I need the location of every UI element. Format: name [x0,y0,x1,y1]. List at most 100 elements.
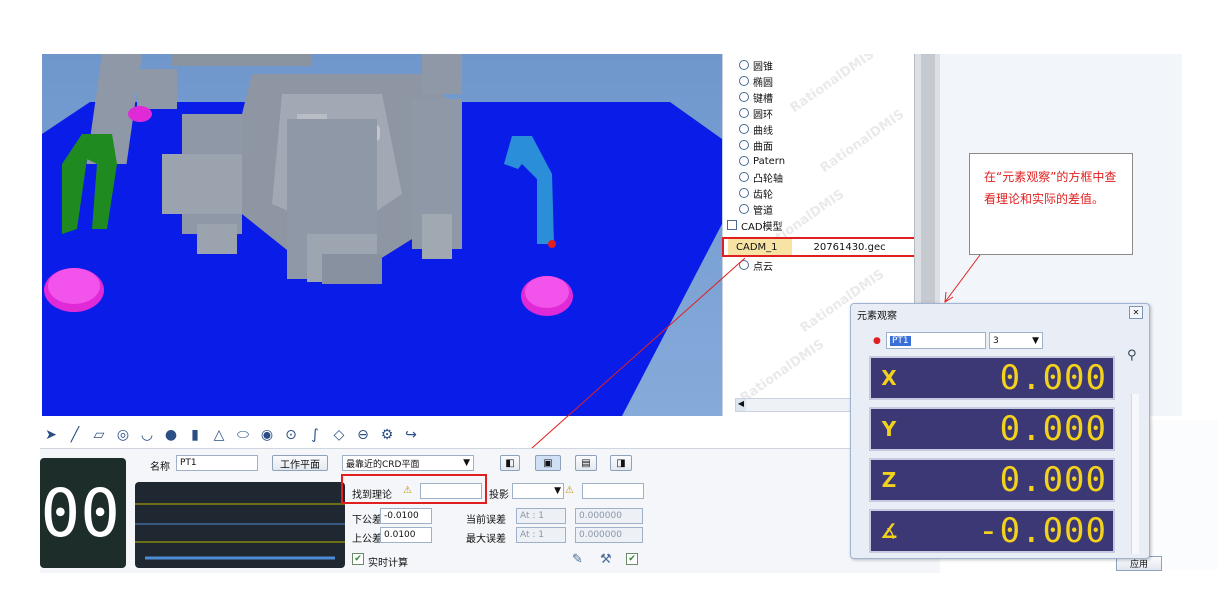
watermark: RationalDMIS [787,54,878,116]
export-icon[interactable]: ◨ [610,455,632,471]
readout-angle: ∡ -0.000 [869,509,1115,553]
right-toolbar [1150,420,1218,570]
curve-icon [739,124,749,134]
close-icon[interactable]: ✕ [1129,306,1143,319]
realtime-label: 实时计算 [368,558,408,569]
view-icon[interactable]: ◧ [500,455,520,471]
surface-tool-icon[interactable]: ◇ [330,426,348,444]
slot-tool-icon[interactable]: ◉ [258,426,276,444]
measure-icon[interactable]: ▣ [535,455,561,471]
tree-item-gear[interactable]: 齿轮 [739,186,773,201]
x-axis-icon: X [881,366,897,390]
chevron-down-icon: ▼ [463,458,470,468]
chevron-down-icon: ▼ [1032,335,1039,346]
max-error-at: At : 1 [516,527,566,543]
point-select[interactable]: PT1 [886,332,986,349]
angle-icon: ∡ [880,519,898,543]
arrow-icon[interactable]: ➤ [42,426,60,444]
name-input[interactable]: PT1 [176,455,258,471]
curve-tool-icon[interactable]: ∫ [306,426,324,444]
projection-select[interactable]: ▼ [512,483,564,499]
surface-icon [739,140,749,150]
element-observer-window[interactable]: 元素观察 ✕ ● PT1 3 ▼ ⚲ X 0.000 Y 0.000 Z 0.00… [850,303,1150,559]
y-axis-icon: Y [881,417,897,441]
lower-tolerance-label: 下公差 [352,515,382,526]
projection-input[interactable] [582,483,644,499]
tree-item-keyslot[interactable]: 键槽 [739,90,773,105]
gear-tool-icon[interactable]: ⚙ [378,426,396,444]
deviation-graph [135,482,345,568]
observer-title: 元素观察 [857,311,897,322]
app-window: RationalDMIS RationalDMIS RationalDMIS R… [0,0,1218,597]
tree-item-torus[interactable]: 圆环 [739,106,773,121]
realtime-checkbox[interactable]: ✔ [352,553,364,565]
cad-item-file: 20761430.gec [813,241,886,253]
lower-tolerance-input[interactable]: -0.0100 [380,508,432,524]
max-error-value: 0.000000 [575,527,643,543]
point-cloud-icon [739,260,749,270]
feature-toolbar: ➤ ╱ ▱ ◎ ◡ ● ▮ △ ⬭ ◉ ⊙ ∫ ◇ ⊖ ⚙ ↪ [36,422,726,448]
cone-icon [739,60,749,70]
tree-item-surface[interactable]: 曲面 [739,138,773,153]
cylinder-icon[interactable]: ▮ [186,426,204,444]
upper-tolerance-input[interactable]: 0.0100 [380,527,432,543]
projection-label: 投影 [489,490,509,501]
tree-item-pattern[interactable]: Patern [739,154,785,168]
circle-icon[interactable]: ◎ [114,426,132,444]
warning-icon: ⚠ [565,485,574,496]
tool-icon[interactable]: ⚒ [600,552,612,567]
current-error-label: 当前误差 [466,515,506,526]
pattern-icon [739,156,749,166]
ellipse-tool-icon[interactable]: ⬭ [234,426,252,444]
chevron-down-icon: ▼ [554,486,561,496]
tree-item-cad-models[interactable]: CAD模型 [727,218,783,233]
tree-item-point-cloud[interactable]: 点云 [739,258,773,273]
workplane-button[interactable]: 工作平面 [272,455,328,471]
plane-icon[interactable]: ▱ [90,426,108,444]
point-marker-icon: ● [873,336,881,346]
scroll-left-arrow-icon[interactable]: ◀ [736,399,746,411]
readout-y: Y 0.000 [869,407,1115,451]
report-icon[interactable]: ▤ [575,455,597,471]
decimals-select[interactable]: 3 ▼ [989,332,1043,349]
current-error-at: At : 1 [516,508,566,524]
z-axis-icon: Z [881,468,897,492]
edit-icon[interactable]: ✎ [572,552,583,567]
upper-tolerance-label: 上公差 [352,534,382,545]
tree-item-ellipse[interactable]: 椭圆 [739,74,773,89]
sphere-icon[interactable]: ● [162,426,180,444]
cad-icon [727,220,737,230]
magnifier-icon[interactable]: ⚲ [1127,348,1137,363]
plane-select[interactable]: 最靠近的CRD平面 ▼ [342,455,474,471]
3d-model-scene [42,54,722,416]
observer-scrollbar[interactable] [1131,394,1139,554]
gear-icon [739,188,749,198]
keyslot-icon [739,92,749,102]
tree-item-curve[interactable]: 曲线 [739,122,773,137]
cam-icon [739,172,749,182]
tree-item-pipe[interactable]: 管道 [739,202,773,217]
ellipse-icon [739,76,749,86]
highlight-box [341,474,487,504]
annotation-callout: 在“元素观察”的方框中查看理论和实际的差值。 [969,153,1133,255]
torus-tool-icon[interactable]: ⊙ [282,426,300,444]
cad-item-name: CADM_1 [728,239,792,255]
current-error-value: 0.000000 [575,508,643,524]
name-label: 名称 [150,462,170,473]
tree-item-cadm-1[interactable]: CADM_1 20761430.gec [722,237,920,257]
pipe-icon [739,204,749,214]
cam-tool-icon[interactable]: ⊖ [354,426,372,444]
line-icon[interactable]: ╱ [66,426,84,444]
3d-viewport[interactable] [42,54,722,416]
readout-z: Z 0.000 [869,458,1115,502]
max-error-label: 最大误差 [466,534,506,545]
cone-tool-icon[interactable]: △ [210,426,228,444]
readout-x: X 0.000 [869,356,1115,400]
torus-icon [739,108,749,118]
large-digit-display: 00 [40,458,126,568]
arc-icon[interactable]: ◡ [138,426,156,444]
tree-item-cam[interactable]: 凸轮轴 [739,170,783,185]
tree-item-cone[interactable]: 圆锥 [739,58,773,73]
pipe-tool-icon[interactable]: ↪ [402,426,420,444]
confirm-icon[interactable]: ✔ [626,553,638,565]
